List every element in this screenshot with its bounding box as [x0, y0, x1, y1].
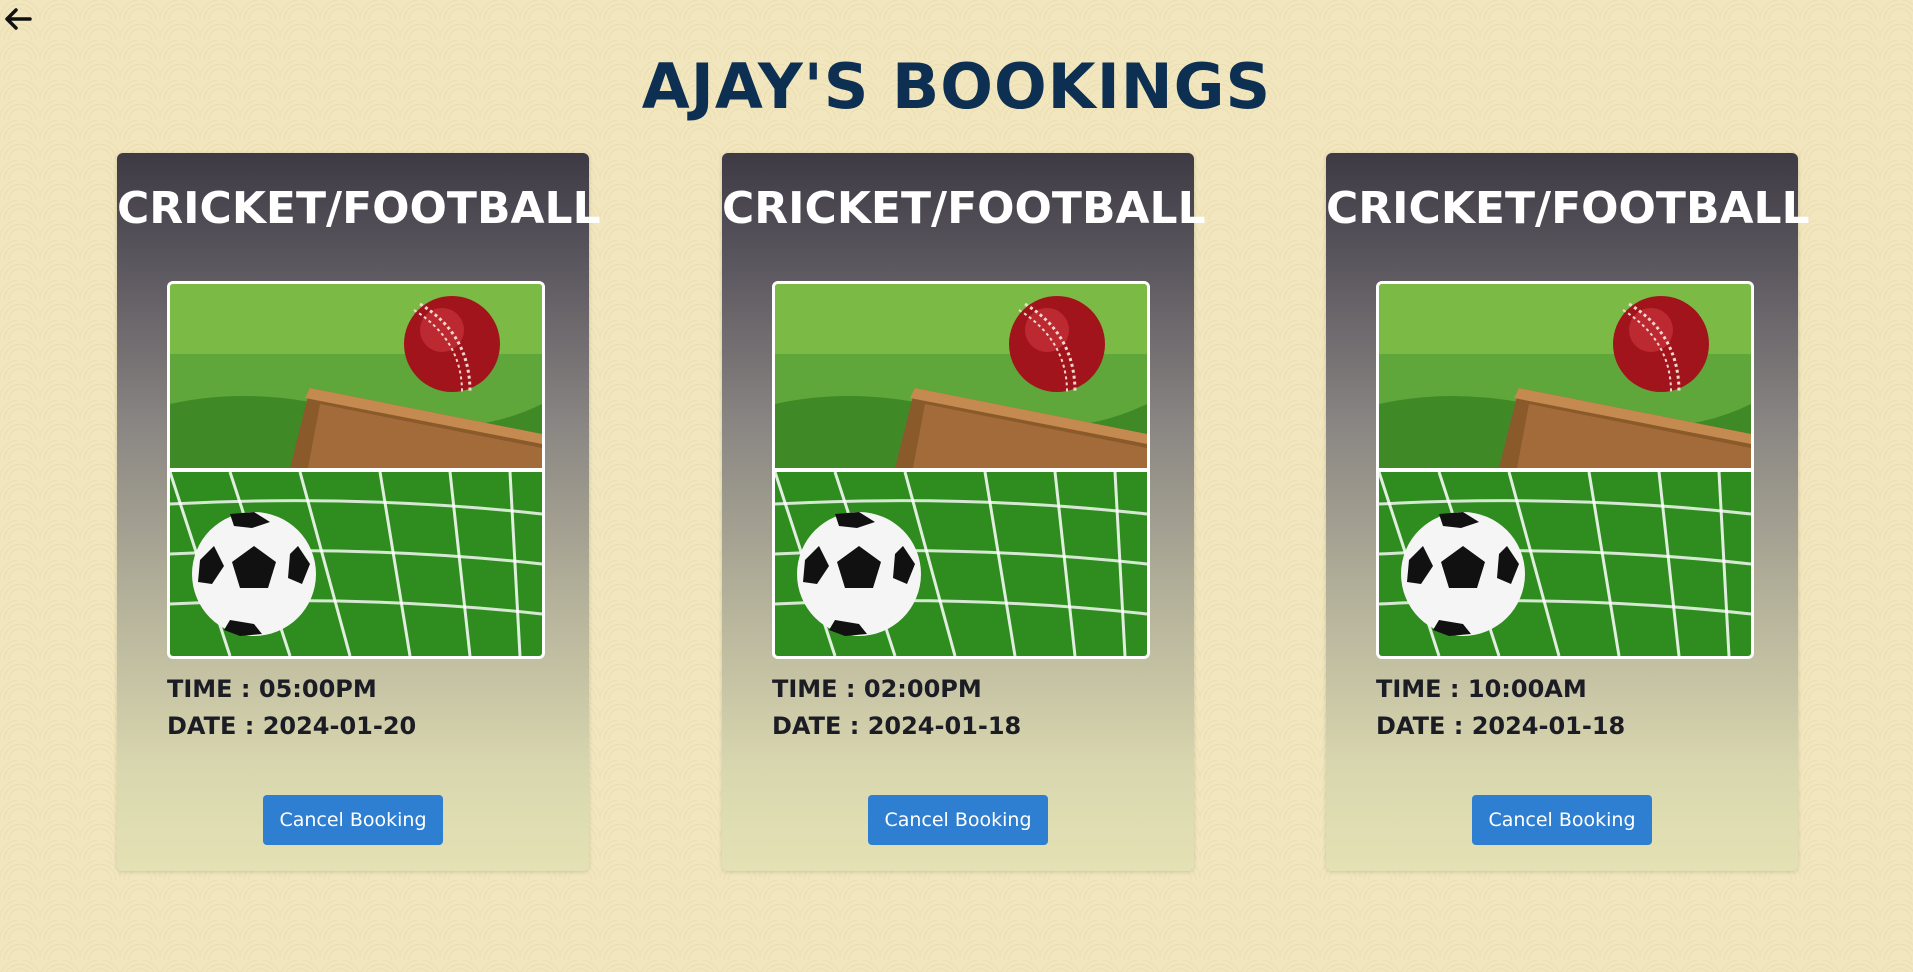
booking-card: CRICKET/FOOTBALL TIME : 02:00PM DATE : 2…	[722, 153, 1206, 871]
booking-date: DATE : 2024-01-20	[167, 712, 417, 740]
cancel-booking-button[interactable]: Cancel Booking	[263, 795, 443, 845]
booking-time: TIME : 02:00PM	[772, 675, 982, 703]
sport-image	[1376, 281, 1754, 659]
sport-image	[167, 281, 545, 659]
booking-card: CRICKET/FOOTBALL TIME : 05:00PM DATE : 2…	[117, 153, 601, 871]
booking-time: TIME : 05:00PM	[167, 675, 377, 703]
cricket-football-image	[170, 284, 542, 656]
cricket-football-image	[775, 284, 1147, 656]
cancel-booking-button[interactable]: Cancel Booking	[1472, 795, 1652, 845]
booking-date: DATE : 2024-01-18	[1376, 712, 1626, 740]
sport-title: CRICKET/FOOTBALL	[722, 183, 1206, 234]
booking-time: TIME : 10:00AM	[1376, 675, 1587, 703]
sport-image	[772, 281, 1150, 659]
arrow-left-icon	[2, 3, 34, 35]
cancel-booking-button[interactable]: Cancel Booking	[868, 795, 1048, 845]
sport-title: CRICKET/FOOTBALL	[1326, 183, 1810, 234]
page-title: AJAY'S BOOKINGS	[641, 50, 1272, 123]
cricket-football-image	[1379, 284, 1751, 656]
booking-date: DATE : 2024-01-18	[772, 712, 1022, 740]
sport-title: CRICKET/FOOTBALL	[117, 183, 601, 234]
back-button[interactable]	[2, 3, 34, 35]
booking-card: CRICKET/FOOTBALL TIME : 10:00AM DATE : 2…	[1326, 153, 1810, 871]
